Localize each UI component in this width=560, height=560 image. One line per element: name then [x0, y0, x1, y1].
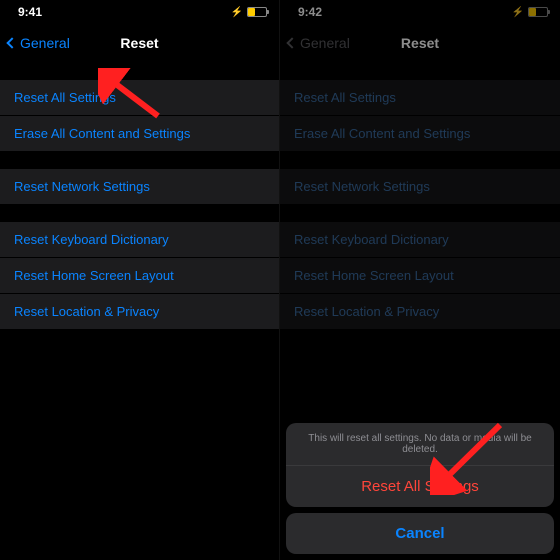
row-reset-home-screen: Reset Home Screen Layout — [280, 258, 560, 294]
action-sheet-message: This will reset all settings. No data or… — [286, 423, 554, 466]
nav-bar: General Reset — [280, 24, 560, 62]
status-bar: 9:42 ⚡ — [280, 0, 560, 24]
row-reset-keyboard: Reset Keyboard Dictionary — [280, 222, 560, 258]
group-1: Reset All Settings Erase All Content and… — [280, 80, 560, 151]
row-reset-all-settings[interactable]: Reset All Settings — [0, 80, 279, 116]
status-right: ⚡ — [231, 7, 267, 18]
row-reset-network[interactable]: Reset Network Settings — [0, 169, 279, 204]
battery-icon — [528, 7, 548, 17]
status-right: ⚡ — [512, 7, 548, 18]
group-3: Reset Keyboard Dictionary Reset Home Scr… — [0, 222, 279, 329]
row-reset-home-screen[interactable]: Reset Home Screen Layout — [0, 258, 279, 294]
status-time: 9:42 — [298, 5, 322, 19]
action-sheet-top: This will reset all settings. No data or… — [286, 423, 554, 507]
group-2: Reset Network Settings — [280, 169, 560, 204]
chevron-left-icon — [286, 37, 297, 48]
charging-icon: ⚡ — [231, 7, 243, 18]
row-reset-keyboard[interactable]: Reset Keyboard Dictionary — [0, 222, 279, 258]
status-time: 9:41 — [18, 5, 42, 19]
screenshot-left: 9:41 ⚡ General Reset Reset All Settings … — [0, 0, 280, 560]
group-1: Reset All Settings Erase All Content and… — [0, 80, 279, 151]
back-button[interactable]: General — [8, 35, 70, 51]
row-erase-all-content: Erase All Content and Settings — [280, 116, 560, 151]
back-label: General — [20, 35, 70, 51]
chevron-left-icon — [6, 37, 17, 48]
action-sheet-reset-button[interactable]: Reset All Settings — [286, 466, 554, 507]
charging-icon: ⚡ — [512, 7, 524, 18]
group-2: Reset Network Settings — [0, 169, 279, 204]
row-reset-location-privacy[interactable]: Reset Location & Privacy — [0, 294, 279, 329]
group-3: Reset Keyboard Dictionary Reset Home Scr… — [280, 222, 560, 329]
action-sheet: This will reset all settings. No data or… — [286, 423, 554, 554]
status-bar: 9:41 ⚡ — [0, 0, 279, 24]
battery-icon — [247, 7, 267, 17]
row-reset-all-settings: Reset All Settings — [280, 80, 560, 116]
row-reset-location-privacy: Reset Location & Privacy — [280, 294, 560, 329]
nav-bar: General Reset — [0, 24, 279, 62]
back-label: General — [300, 35, 350, 51]
back-button[interactable]: General — [288, 35, 350, 51]
row-reset-network: Reset Network Settings — [280, 169, 560, 204]
row-erase-all-content[interactable]: Erase All Content and Settings — [0, 116, 279, 151]
action-sheet-cancel-button[interactable]: Cancel — [286, 513, 554, 554]
screenshot-right: 9:42 ⚡ General Reset Reset All Settings … — [280, 0, 560, 560]
